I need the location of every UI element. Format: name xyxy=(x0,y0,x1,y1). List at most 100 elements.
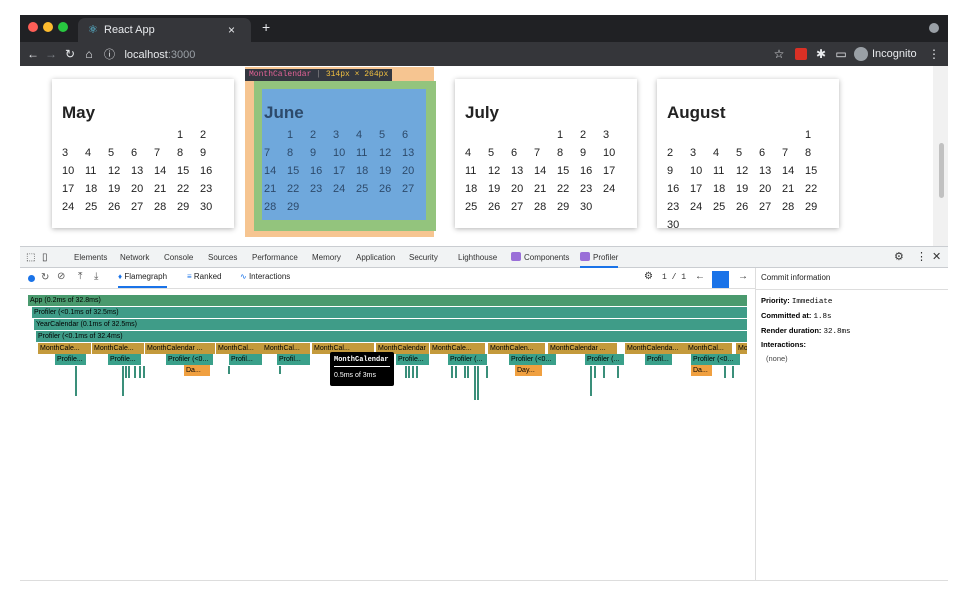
flame-small-bar[interactable] xyxy=(412,366,414,378)
tab-network[interactable]: Network xyxy=(120,247,149,268)
browser-menu-icon[interactable] xyxy=(929,23,939,33)
save-profile-icon[interactable]: ⤓ xyxy=(94,271,98,282)
flame-small-bar[interactable] xyxy=(279,366,281,374)
tab-console[interactable]: Console xyxy=(164,247,193,268)
flame-small-bar[interactable] xyxy=(451,366,453,378)
flame-small-bar[interactable] xyxy=(724,366,726,378)
flame-node-year-calendar[interactable]: YearCalendar (0.1ms of 32.5ms) xyxy=(34,319,748,330)
flame-small-bar[interactable] xyxy=(228,366,230,374)
flame-small-bar[interactable] xyxy=(122,366,124,396)
flame-node-profiler-inner[interactable]: Profiler (<0.1ms of 32.4ms) xyxy=(36,331,748,342)
flame-node-day[interactable]: Da... xyxy=(691,365,713,376)
flame-node-app[interactable]: App (0.2ms of 32.8ms) xyxy=(28,295,748,306)
next-commit-icon[interactable]: → xyxy=(738,271,748,282)
flame-small-bar[interactable] xyxy=(75,366,77,396)
flame-node-month-calendar[interactable]: MonthCale... xyxy=(92,343,145,354)
maximize-window-icon[interactable] xyxy=(58,22,68,32)
cast-icon[interactable]: ▭ xyxy=(834,42,848,66)
flame-small-bar[interactable] xyxy=(590,366,592,396)
back-icon[interactable]: ← xyxy=(26,42,40,66)
record-icon[interactable] xyxy=(28,275,35,282)
close-window-icon[interactable] xyxy=(28,22,38,32)
forward-icon[interactable]: → xyxy=(44,42,58,66)
commit-bar[interactable] xyxy=(712,271,729,288)
flame-node-month-calendar[interactable]: MonthCal... xyxy=(686,343,733,354)
flame-node-month-calendar[interactable]: MonthCalendar ... xyxy=(145,343,216,354)
flame-node-profiler-child[interactable]: Profil... xyxy=(645,354,673,365)
flame-node-month-calendar[interactable]: MonthCalendar k... xyxy=(736,343,748,354)
flame-node-month-calendar[interactable]: MonthCal... xyxy=(262,343,311,354)
flame-small-bar[interactable] xyxy=(134,366,136,378)
flame-node-profiler-child[interactable]: Profile... xyxy=(55,354,87,365)
view-interactions[interactable]: ∿ Interactions xyxy=(240,272,290,281)
flame-node-day[interactable]: Day... xyxy=(515,365,543,376)
tab-elements[interactable]: Elements xyxy=(74,247,107,268)
page-scrollbar-thumb[interactable] xyxy=(939,143,944,198)
flame-small-bar[interactable] xyxy=(486,366,488,378)
tab-profiler[interactable]: Profiler xyxy=(580,247,619,268)
profile-label[interactable]: Incognito xyxy=(872,48,917,60)
home-icon[interactable]: ⌂ xyxy=(82,42,96,66)
flame-small-bar[interactable] xyxy=(474,366,476,400)
tab-performance[interactable]: Performance xyxy=(252,247,298,268)
flame-small-bar[interactable] xyxy=(125,366,127,378)
tab-security[interactable]: Security xyxy=(409,247,438,268)
view-ranked[interactable]: ≡ Ranked xyxy=(187,272,221,281)
extensions-puzzle-icon[interactable]: ✱ xyxy=(814,42,828,66)
clear-icon[interactable]: ⊘ xyxy=(57,271,65,282)
reload-icon[interactable]: ↻ xyxy=(63,42,77,66)
flame-node-profiler-child[interactable]: Profiler (... xyxy=(585,354,625,365)
tab-components[interactable]: Components xyxy=(511,247,569,268)
tab-sources[interactable]: Sources xyxy=(208,247,237,268)
flame-small-bar[interactable] xyxy=(603,366,605,378)
flame-small-bar[interactable] xyxy=(464,366,466,378)
devtools-close-icon[interactable]: ✕ xyxy=(932,247,941,268)
flame-small-bar[interactable] xyxy=(617,366,619,378)
flame-small-bar[interactable] xyxy=(467,366,469,378)
address-bar[interactable]: ⓘ localhost:3000 xyxy=(104,42,195,66)
flame-small-bar[interactable] xyxy=(143,366,145,378)
flame-node-profiler-child[interactable]: Profile... xyxy=(108,354,142,365)
devtools-settings-icon[interactable]: ⚙ xyxy=(894,247,904,268)
flame-node-month-calendar[interactable]: MonthCalendar ... xyxy=(548,343,618,354)
flame-node-month-calendar[interactable]: MonthCale... xyxy=(430,343,486,354)
minimize-window-icon[interactable] xyxy=(43,22,53,32)
flame-node-day[interactable]: Da... xyxy=(184,365,211,376)
tab-memory[interactable]: Memory xyxy=(312,247,341,268)
extension-icon[interactable] xyxy=(795,48,807,60)
flame-small-bar[interactable] xyxy=(477,366,479,400)
tab-lighthouse[interactable]: Lighthouse xyxy=(458,247,497,268)
flame-node-profiler-child[interactable]: Profiler (... xyxy=(448,354,488,365)
device-toolbar-icon[interactable]: ▯ xyxy=(42,247,48,268)
flame-node-profiler[interactable]: Profiler (<0.1ms of 32.5ms) xyxy=(32,307,748,318)
flame-node-profiler-child[interactable]: Profiler (<0... xyxy=(509,354,557,365)
view-flamegraph[interactable]: ♦ Flamegraph xyxy=(118,268,168,288)
flame-node-month-calendar[interactable]: MonthCale... xyxy=(38,343,92,354)
tab-application[interactable]: Application xyxy=(356,247,395,268)
more-menu-icon[interactable]: ⋮ xyxy=(928,42,940,66)
flame-node-profiler-child[interactable]: Profil... xyxy=(229,354,263,365)
flame-node-profiler-child[interactable]: Profil... xyxy=(277,354,311,365)
flame-small-bar[interactable] xyxy=(139,366,141,378)
browser-tab[interactable]: ⚛ React App × xyxy=(78,18,251,42)
flame-node-month-calendar[interactable]: MonthCalenda... xyxy=(625,343,688,354)
flame-small-bar[interactable] xyxy=(455,366,457,378)
devtools-more-icon[interactable]: ⋮ xyxy=(916,247,927,268)
inspect-element-icon[interactable]: ⬚ xyxy=(26,247,35,268)
new-tab-button[interactable]: + xyxy=(262,19,270,35)
flame-node-profiler-child[interactable]: Profiler (<0... xyxy=(166,354,214,365)
reload-profile-icon[interactable]: ↻ xyxy=(41,272,49,283)
profiler-settings-icon[interactable]: ⚙ xyxy=(644,271,653,282)
tab-close-icon[interactable]: × xyxy=(228,23,235,37)
load-profile-icon[interactable]: ⤒ xyxy=(78,271,82,282)
flame-node-profiler-child[interactable]: Profiler (<0... xyxy=(691,354,741,365)
flame-small-bar[interactable] xyxy=(416,366,418,378)
flame-small-bar[interactable] xyxy=(732,366,734,378)
flame-node-month-calendar[interactable]: MonthCalen... xyxy=(488,343,546,354)
flame-small-bar[interactable] xyxy=(405,366,407,378)
flame-small-bar[interactable] xyxy=(128,366,130,378)
flame-small-bar[interactable] xyxy=(594,366,596,378)
flame-small-bar[interactable] xyxy=(408,366,410,378)
flame-node-profiler-child[interactable]: Profile... xyxy=(396,354,430,365)
bookmark-star-icon[interactable]: ☆ xyxy=(772,42,786,66)
